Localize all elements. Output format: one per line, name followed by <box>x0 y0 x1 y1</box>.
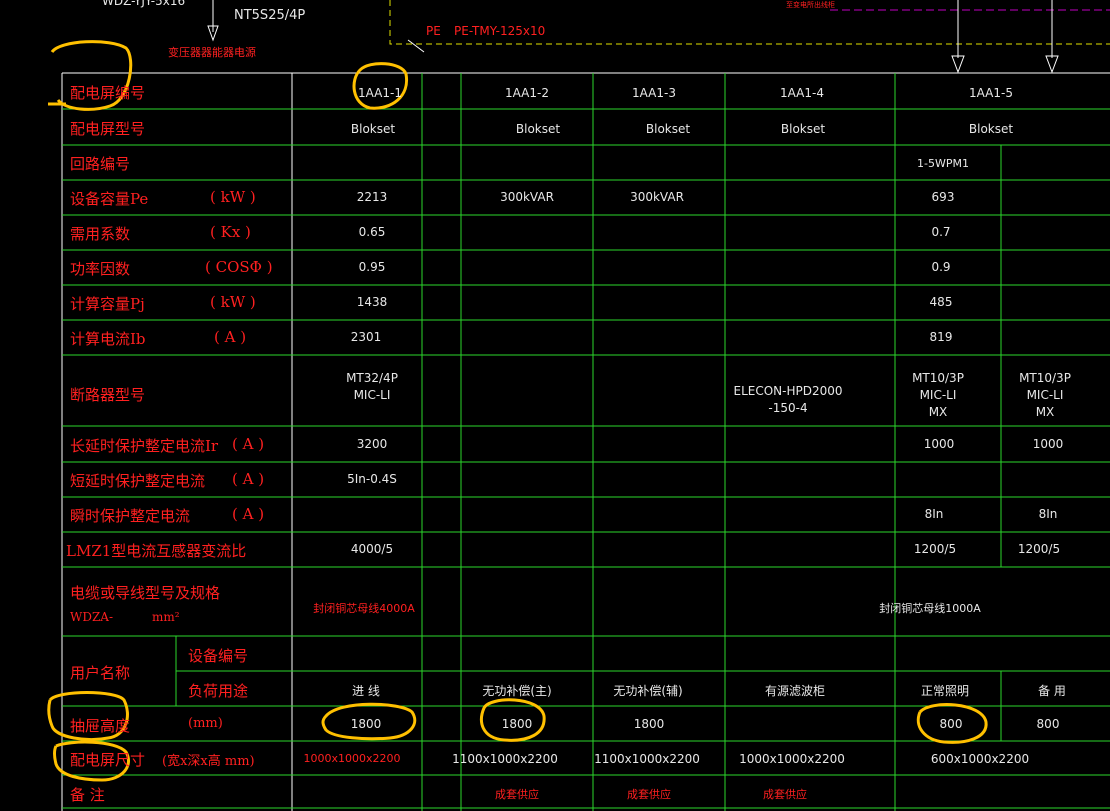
c5b-long-delay: 1000 <box>1032 437 1064 451</box>
c5-pj: 485 <box>929 295 953 309</box>
c5-circuit: 1-5WPM1 <box>917 157 969 170</box>
c3-load: 无功补偿(辅) <box>613 684 683 698</box>
c1-cable: 封闭铜芯母线4000A <box>313 602 415 615</box>
unit-instant: ( A ) <box>232 505 265 523</box>
label-short-delay: 短延时保护整定电流 <box>70 472 206 490</box>
c5-cos: 0.9 <box>931 260 951 274</box>
c5-cable: 封闭铜芯母线1000A <box>879 602 981 615</box>
c1-cos: 0.95 <box>358 260 386 274</box>
c2-pe: 300kVAR <box>500 190 554 204</box>
c5a-breaker: MT10/3P MIC-LI MX <box>912 371 964 419</box>
unit-cable: mm² <box>152 610 180 624</box>
c5a-ct: 1200/5 <box>913 542 957 556</box>
c2-remark: 成套供应 <box>495 788 539 801</box>
arrow-down-icon <box>951 55 965 74</box>
c1-height: 1800 <box>350 717 382 731</box>
pe-label: PE <box>426 24 441 38</box>
top-note: 变压器器能器电源 <box>168 46 256 59</box>
label-ib: 计算电流Ib <box>70 330 146 348</box>
c2-panel-type: Blokset <box>515 122 561 136</box>
c4-load: 有源滤波柜 <box>764 684 826 698</box>
unit-pj: ( kW ) <box>210 293 256 311</box>
c1-kx: 0.65 <box>358 225 386 239</box>
c1-panel-no: 1AA1-1 <box>358 86 402 100</box>
c5-pe: 693 <box>931 190 955 204</box>
c1-breaker: MT32/4P MIC-LI <box>346 371 398 402</box>
unit-ib: ( A ) <box>214 328 247 346</box>
label-cable: 电缆或导线型号及规格 <box>70 584 221 602</box>
label-kx: 需用系数 <box>70 225 131 243</box>
c5a-long-delay: 1000 <box>923 437 955 451</box>
incoming-switch-spec: NT5S25/4P <box>234 8 306 23</box>
c4-panel-no: 1AA1-4 <box>780 86 824 100</box>
c1-ib: 2301 <box>350 330 382 344</box>
unit-drawer-height: (mm) <box>188 716 223 731</box>
c1-load: 进 线 <box>352 684 380 698</box>
c1-short-delay: 5In-0.4S <box>347 472 397 486</box>
label-device-no: 设备编号 <box>188 647 249 665</box>
c1-ct: 4000/5 <box>350 542 394 556</box>
c5-size: 600x1000x2200 <box>930 752 1030 766</box>
c1-long-delay: 3200 <box>356 437 388 451</box>
c5a-height: 800 <box>939 717 963 731</box>
arrow-down-icon <box>1045 55 1059 74</box>
unit-short-delay: ( A ) <box>232 470 265 488</box>
label-cos: 功率因数 <box>70 260 131 278</box>
c2-size: 1100x1000x2200 <box>452 752 558 766</box>
label-breaker: 断路器型号 <box>70 386 146 404</box>
c5-panel-type: Blokset <box>968 122 1014 136</box>
c1-pe: 2213 <box>356 190 388 204</box>
label-panel-no: 配电屏编号 <box>70 84 146 102</box>
label-panel-type: 配电屏型号 <box>70 120 146 138</box>
c5a-load: 正常照明 <box>920 684 970 698</box>
c1-pj: 1438 <box>356 295 388 309</box>
unit-pe: ( kW ) <box>210 188 256 206</box>
small-note: 至变电所出线柜 <box>786 1 835 9</box>
c3-size: 1100x1000x2200 <box>594 752 700 766</box>
c4-size: 1000x1000x2200 <box>739 752 845 766</box>
label-user-name: 用户名称 <box>70 664 131 682</box>
c2-height: 1800 <box>501 717 533 731</box>
c5b-ct: 1200/5 <box>1017 542 1061 556</box>
c3-pe: 300kVAR <box>630 190 684 204</box>
label-pe: 设备容量Pe <box>70 190 149 208</box>
c5b-instant: 8In <box>1038 507 1058 521</box>
label-ct: LMZ1型电流互感器变流比 <box>66 542 247 560</box>
label-panel-size: 配电屏尺寸 <box>70 751 146 769</box>
label-long-delay: 长延时保护整定电流Ir <box>70 437 219 455</box>
label-remark: 备 注 <box>70 786 105 804</box>
label-pj: 计算容量Pj <box>70 295 145 313</box>
c1-size: 1000x1000x2200 <box>303 752 401 765</box>
c5-panel-no: 1AA1-5 <box>969 86 1013 100</box>
c2-panel-no: 1AA1-2 <box>505 86 549 100</box>
label-drawer-height: 抽屉高度 <box>70 717 131 735</box>
c4-panel-type: Blokset <box>780 122 826 136</box>
pe-busbar-spec: PE-TMY-125x10 <box>454 24 546 38</box>
label-cable-prefix: WDZA- <box>70 610 114 624</box>
c3-height: 1800 <box>633 717 665 731</box>
c3-panel-type: Blokset <box>645 122 691 136</box>
unit-panel-size: (宽x深x高 mm) <box>162 754 255 769</box>
unit-cos: ( COSΦ ) <box>205 258 273 276</box>
c5b-height: 800 <box>1036 717 1060 731</box>
c5-kx: 0.7 <box>931 225 951 239</box>
c5b-breaker: MT10/3P MIC-LI MX <box>1019 371 1071 419</box>
label-instant: 瞬时保护整定电流 <box>70 507 191 525</box>
unit-long-delay: ( A ) <box>232 435 265 453</box>
unit-kx: ( Kx ) <box>210 223 251 241</box>
incoming-cable-spec: WDZ-YJY-5x16 <box>102 0 186 8</box>
c5a-instant: 8In <box>924 507 944 521</box>
c1-panel-type: Blokset <box>350 122 396 136</box>
label-load-use: 负荷用途 <box>188 682 249 700</box>
c4-remark: 成套供应 <box>763 788 807 801</box>
label-circuit-no: 回路编号 <box>70 155 131 173</box>
c3-panel-no: 1AA1-3 <box>632 86 676 100</box>
c2-load: 无功补偿(主) <box>482 684 552 698</box>
c4-breaker: ELECON-HPD2000 -150-4 <box>733 384 843 415</box>
c5b-load: 备 用 <box>1038 684 1066 698</box>
c3-remark: 成套供应 <box>627 788 671 801</box>
c5-ib: 819 <box>929 330 953 344</box>
